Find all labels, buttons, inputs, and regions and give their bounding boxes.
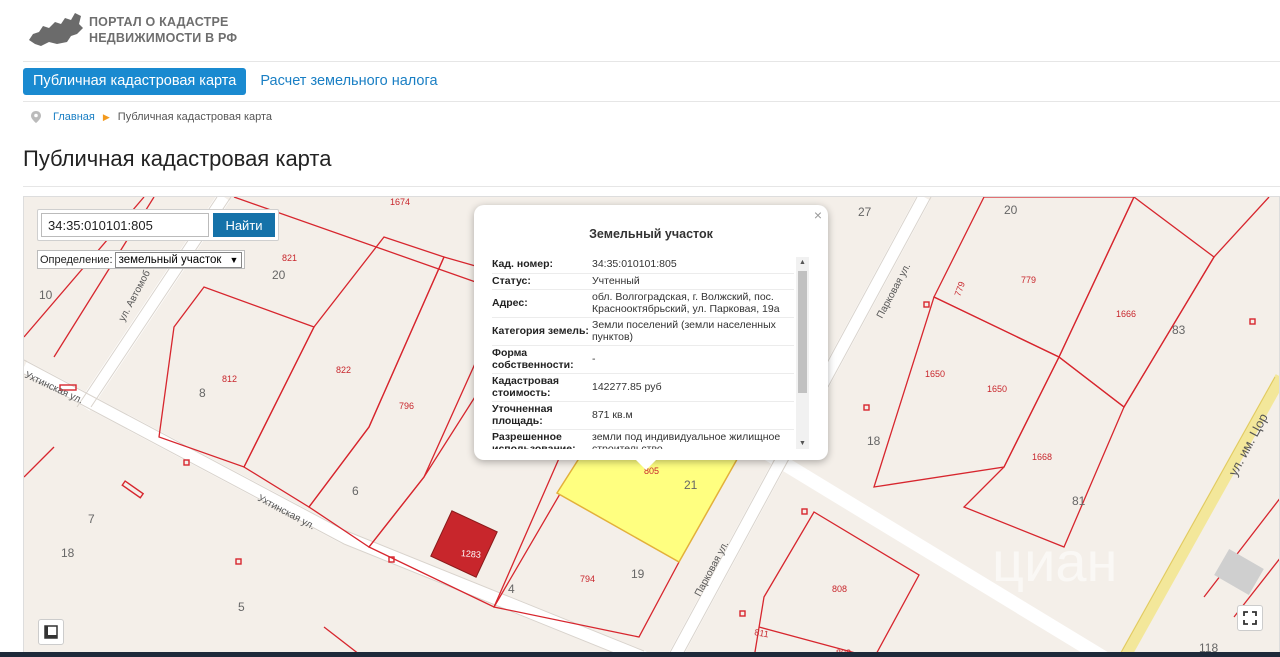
main-nav: Публичная кадастровая карта Расчет земел…: [23, 68, 452, 95]
map-layers-icon: [44, 625, 58, 639]
bottom-bar: [0, 652, 1280, 657]
label: 1283: [461, 548, 482, 560]
scrollbar-thumb[interactable]: [798, 271, 807, 393]
row-key: Разрешенное использование:: [492, 431, 576, 449]
popup-scrollbar[interactable]: ▲ ▼: [796, 257, 809, 449]
table-row: Адрес: обл. Волгоградская, г. Волжский, …: [492, 290, 794, 318]
breadcrumb-home-link[interactable]: Главная: [53, 111, 95, 123]
find-button[interactable]: Найти: [213, 213, 275, 237]
label: 1674: [390, 197, 410, 207]
close-icon[interactable]: ×: [814, 207, 822, 223]
label: 83: [1172, 323, 1186, 337]
definition-select[interactable]: земельный участок ▼: [114, 251, 243, 268]
row-value: Учтенный: [592, 274, 640, 287]
label: 27: [858, 205, 872, 219]
row-value: земли под индивидуальное жилищное строит…: [592, 431, 781, 449]
table-row: Разрешенное использование: земли под инд…: [492, 430, 794, 449]
page-title: Публичная кадастровая карта: [23, 146, 332, 171]
row-key: Форма собственности:: [492, 347, 574, 371]
label: 1650: [987, 384, 1007, 394]
chevron-down-icon: ▼: [229, 254, 239, 265]
row-value: 871 кв.м: [592, 408, 633, 421]
label: 21: [684, 478, 698, 492]
tab-land-tax-calc[interactable]: Расчет земельного налога: [246, 68, 451, 95]
parcel-info-table: Кад. номер: 34:35:010101:805 Статус: Учт…: [492, 257, 794, 449]
building-1283[interactable]: [430, 510, 498, 578]
row-value: 34:35:010101:805: [592, 258, 677, 270]
table-row: Уточненная площадь: 871 кв.м: [492, 402, 794, 430]
label: 4: [508, 582, 515, 596]
cadastral-map[interactable]: 1674 821 20 10 812 822 8 796 6 7 18 5 12…: [23, 196, 1280, 657]
scroll-up-icon[interactable]: ▲: [799, 259, 806, 266]
label: 1668: [1032, 452, 1052, 462]
label: 779: [952, 280, 967, 298]
label: 10: [39, 288, 53, 302]
table-row: Кад. номер: 34:35:010101:805: [492, 257, 794, 274]
logo-line-1: ПОРТАЛ О КАДАСТРЕ: [89, 15, 229, 29]
row-key: Кадастровая стоимость:: [492, 375, 559, 399]
definition-box: Определение: земельный участок ▼: [37, 250, 246, 269]
scroll-down-icon[interactable]: ▼: [799, 440, 806, 447]
breadcrumb-current: Публичная кадастровая карта: [117, 111, 273, 123]
table-row: Кадастровая стоимость: 142277.85 руб: [492, 374, 794, 402]
label: 821: [282, 253, 297, 263]
label: 822: [336, 365, 351, 375]
row-key: Адрес:: [492, 296, 528, 309]
label: 7: [88, 512, 95, 526]
label: 20: [272, 268, 286, 282]
row-key: Кад. номер:: [492, 258, 554, 270]
label: 8: [199, 386, 206, 400]
label: 808: [832, 584, 847, 594]
breadcrumb-separator-icon: ▶: [102, 111, 110, 122]
row-value: обл. Волгоградская, г. Волжский, пос. Кр…: [592, 291, 780, 315]
row-value: -: [592, 352, 596, 365]
logo-text[interactable]: ПОРТАЛ О КАДАСТРЕ НЕДВИЖИМОСТИ В РФ: [89, 14, 237, 46]
fullscreen-icon: [1243, 611, 1257, 625]
logo-line-2: НЕДВИЖИМОСТИ В РФ: [89, 31, 238, 45]
definition-label: Определение:: [40, 253, 113, 266]
popup-title: Земельный участок: [589, 227, 713, 241]
label: 18: [61, 546, 75, 560]
tab-public-cadastral-map[interactable]: Публичная кадастровая карта: [23, 68, 247, 95]
label: 81: [1072, 494, 1086, 508]
row-value: Земли поселений (земли населенных пункто…: [592, 319, 776, 343]
fullscreen-button[interactable]: [1237, 605, 1263, 631]
label: 779: [1021, 275, 1036, 285]
cadastral-number-input[interactable]: [41, 213, 209, 237]
table-row: Категория земель: Земли поселений (земли…: [492, 318, 794, 346]
table-row: Статус: Учтенный: [492, 274, 794, 290]
divider: [23, 186, 1280, 187]
label: 19: [631, 567, 645, 581]
breadcrumb: Главная ▶ Публичная кадастровая карта: [31, 111, 272, 123]
location-pin-icon: [31, 111, 41, 123]
row-key: Статус:: [492, 274, 531, 287]
street-label: ул. им. Цор: [1225, 411, 1270, 479]
label: 18: [867, 434, 881, 448]
label: 811: [754, 627, 770, 639]
label: 6: [352, 484, 359, 498]
definition-selected: земельный участок: [118, 253, 222, 266]
label: 20: [1004, 203, 1018, 217]
label: 794: [580, 574, 595, 584]
row-key: Уточненная площадь:: [492, 403, 553, 427]
russia-map-logo-icon[interactable]: [27, 10, 85, 50]
label: 812: [222, 374, 237, 384]
label: 1666: [1116, 309, 1136, 319]
divider: [23, 61, 1280, 62]
label: 796: [399, 401, 414, 411]
search-box: Найти: [37, 209, 279, 241]
table-row: Форма собственности: -: [492, 346, 794, 374]
row-value: 142277.85 руб: [592, 380, 662, 393]
label: 5: [238, 600, 245, 614]
layers-button[interactable]: [38, 619, 64, 645]
divider: [23, 101, 1280, 102]
header: ПОРТАЛ О КАДАСТРЕ НЕДВИЖИМОСТИ В РФ: [0, 0, 1280, 62]
row-key: Категория земель:: [492, 324, 589, 337]
parcel-info-popup: × Земельный участок Кад. номер: 34:35:01…: [474, 205, 828, 470]
label: 1650: [925, 369, 945, 379]
cian-watermark: циан: [992, 530, 1117, 593]
